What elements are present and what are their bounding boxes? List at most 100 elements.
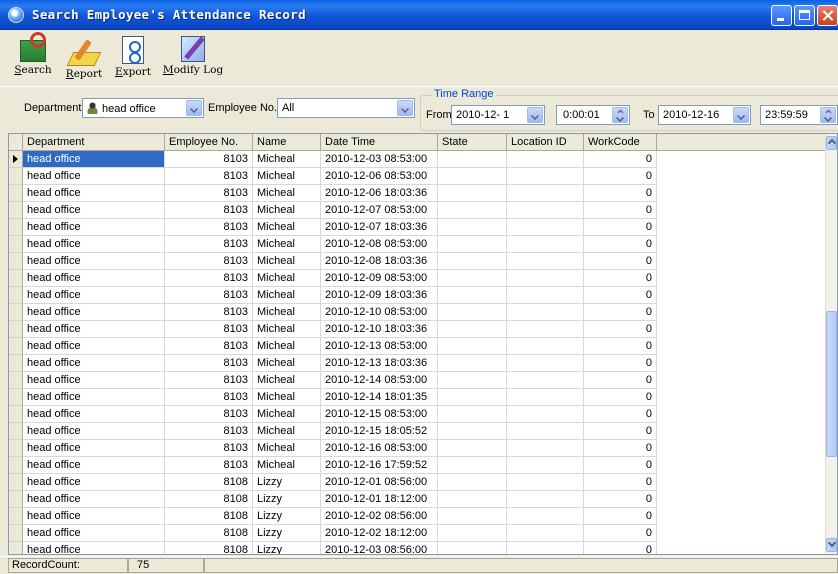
cell-location-id[interactable] (507, 372, 584, 389)
attendance-grid[interactable]: Department Employee No. Name Date Time S… (8, 133, 838, 555)
cell-date-time[interactable]: 2010-12-16 08:53:00 (321, 440, 438, 457)
cell-state[interactable] (438, 525, 507, 542)
cell-department[interactable]: head office (23, 508, 165, 525)
cell-date-time[interactable]: 2010-12-09 08:53:00 (321, 270, 438, 287)
minimize-button[interactable] (771, 5, 792, 26)
cell-date-time[interactable]: 2010-12-15 08:53:00 (321, 406, 438, 423)
cell-name[interactable]: Micheal (253, 304, 321, 321)
cell-date-time[interactable]: 2010-12-08 08:53:00 (321, 236, 438, 253)
row-header[interactable] (9, 542, 23, 554)
cell-name[interactable]: Micheal (253, 287, 321, 304)
employee-select[interactable]: All (277, 98, 415, 118)
cell-location-id[interactable] (507, 287, 584, 304)
cell-date-time[interactable]: 2010-12-06 08:53:00 (321, 168, 438, 185)
cell-department[interactable]: head office (23, 389, 165, 406)
cell-department[interactable]: head office (23, 287, 165, 304)
row-header[interactable] (9, 338, 23, 355)
cell-name[interactable]: Micheal (253, 270, 321, 287)
cell-state[interactable] (438, 355, 507, 372)
cell-department[interactable]: head office (23, 525, 165, 542)
cell-name[interactable]: Micheal (253, 185, 321, 202)
cell-state[interactable] (438, 474, 507, 491)
cell-department[interactable]: head office (23, 304, 165, 321)
chevron-down-icon[interactable] (397, 100, 413, 116)
cell-location-id[interactable] (507, 423, 584, 440)
vertical-scrollbar[interactable] (825, 134, 837, 554)
table-row[interactable]: head office 8108 Lizzy 2010-12-02 08:56:00 0 (9, 508, 827, 525)
cell-employee-no[interactable]: 8103 (165, 406, 253, 423)
table-row[interactable]: head office 8103 Micheal 2010-12-03 08:53:0… (9, 151, 827, 168)
row-header[interactable] (9, 440, 23, 457)
spinner-icon[interactable] (820, 107, 836, 123)
cell-workcode[interactable]: 0 (584, 440, 657, 457)
cell-employee-no[interactable]: 8103 (165, 270, 253, 287)
row-header[interactable] (9, 355, 23, 372)
cell-workcode[interactable]: 0 (584, 355, 657, 372)
to-date-picker[interactable]: 2010-12-16 (658, 105, 751, 125)
table-row[interactable]: head office 8108 Lizzy 2010-12-03 08:56:00 0 (9, 542, 827, 554)
cell-state[interactable] (438, 304, 507, 321)
cell-department[interactable]: head office (23, 185, 165, 202)
cell-state[interactable] (438, 321, 507, 338)
row-header[interactable] (9, 474, 23, 491)
row-header[interactable] (9, 321, 23, 338)
table-row[interactable]: head office 8103 Micheal 2010-12-13 18:03:3… (9, 355, 827, 372)
cell-date-time[interactable]: 2010-12-08 18:03:36 (321, 253, 438, 270)
table-row[interactable]: head office 8103 Micheal 2010-12-14 18:01:3… (9, 389, 827, 406)
row-header[interactable] (9, 219, 23, 236)
cell-name[interactable]: Micheal (253, 202, 321, 219)
cell-department[interactable]: head office (23, 151, 165, 168)
table-row[interactable]: head office 8103 Micheal 2010-12-16 17:59:5… (9, 457, 827, 474)
cell-employee-no[interactable]: 8103 (165, 168, 253, 185)
table-row[interactable]: head office 8103 Micheal 2010-12-09 18:03:3… (9, 287, 827, 304)
cell-state[interactable] (438, 151, 507, 168)
cell-date-time[interactable]: 2010-12-02 08:56:00 (321, 508, 438, 525)
cell-department[interactable]: head office (23, 440, 165, 457)
report-button[interactable]: Report (62, 32, 106, 84)
row-header[interactable] (9, 168, 23, 185)
row-header[interactable] (9, 457, 23, 474)
cell-location-id[interactable] (507, 253, 584, 270)
cell-location-id[interactable] (507, 151, 584, 168)
cell-location-id[interactable] (507, 525, 584, 542)
cell-workcode[interactable]: 0 (584, 168, 657, 185)
cell-state[interactable] (438, 457, 507, 474)
cell-date-time[interactable]: 2010-12-01 08:56:00 (321, 474, 438, 491)
cell-department[interactable]: head office (23, 338, 165, 355)
department-select[interactable]: head office (82, 98, 204, 118)
close-button[interactable] (817, 5, 838, 26)
cell-employee-no[interactable]: 8108 (165, 474, 253, 491)
cell-name[interactable]: Micheal (253, 253, 321, 270)
column-header-employee-no[interactable]: Employee No. (165, 134, 253, 150)
cell-department[interactable]: head office (23, 542, 165, 554)
cell-employee-no[interactable]: 8103 (165, 389, 253, 406)
cell-employee-no[interactable]: 8103 (165, 440, 253, 457)
table-row[interactable]: head office 8108 Lizzy 2010-12-01 18:12:00 0 (9, 491, 827, 508)
cell-date-time[interactable]: 2010-12-09 18:03:36 (321, 287, 438, 304)
cell-state[interactable] (438, 389, 507, 406)
chevron-down-icon[interactable] (186, 100, 202, 116)
cell-location-id[interactable] (507, 236, 584, 253)
row-header[interactable] (9, 389, 23, 406)
column-header-state[interactable]: State (438, 134, 507, 150)
scroll-thumb[interactable] (826, 311, 837, 457)
table-row[interactable]: head office 8103 Micheal 2010-12-06 18:03:3… (9, 185, 827, 202)
row-header[interactable] (9, 185, 23, 202)
cell-department[interactable]: head office (23, 253, 165, 270)
row-header[interactable] (9, 151, 23, 168)
cell-state[interactable] (438, 185, 507, 202)
cell-workcode[interactable]: 0 (584, 525, 657, 542)
cell-employee-no[interactable]: 8103 (165, 287, 253, 304)
table-row[interactable]: head office 8103 Micheal 2010-12-06 08:53:0… (9, 168, 827, 185)
cell-name[interactable]: Micheal (253, 423, 321, 440)
cell-workcode[interactable]: 0 (584, 508, 657, 525)
cell-date-time[interactable]: 2010-12-07 08:53:00 (321, 202, 438, 219)
cell-location-id[interactable] (507, 355, 584, 372)
row-header[interactable] (9, 423, 23, 440)
cell-department[interactable]: head office (23, 168, 165, 185)
column-header-date-time[interactable]: Date Time (321, 134, 438, 150)
table-row[interactable]: head office 8103 Micheal 2010-12-16 08:53:0… (9, 440, 827, 457)
column-header-location-id[interactable]: Location ID (507, 134, 584, 150)
cell-location-id[interactable] (507, 389, 584, 406)
cell-employee-no[interactable]: 8103 (165, 236, 253, 253)
